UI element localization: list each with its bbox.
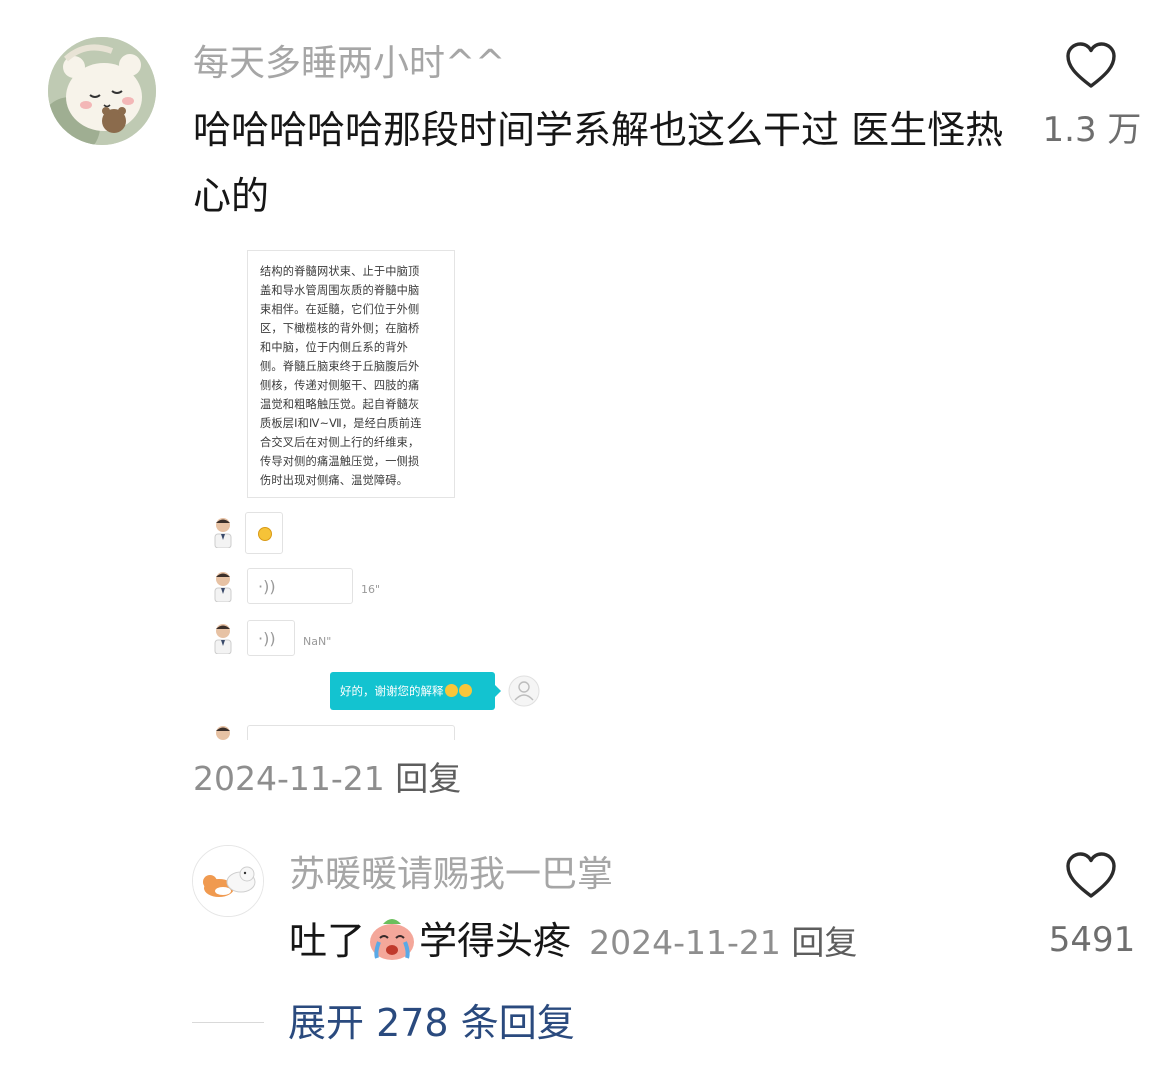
doctor-avatar-icon — [214, 572, 232, 602]
voice-duration: 16" — [361, 583, 381, 596]
crying-face-emoji-icon — [370, 919, 415, 960]
card-line: 侧核，传递对侧躯干、四肢的痛 — [260, 379, 420, 392]
chat-text-card: 结构的脊髓网状束、止于中脑顶 盖和导水管周围灰质的脊髓中脑 束相伴。在延髓，它们… — [247, 250, 455, 498]
doctor-avatar-icon — [214, 624, 232, 654]
comment-meta: 2024-11-21 回复 — [193, 762, 461, 795]
comment-meta: 2024-11-21 回复 — [589, 923, 857, 962]
corgi-cat-avatar-icon — [193, 846, 263, 916]
heart-icon — [1066, 852, 1116, 898]
smile-emoji-icon — [258, 527, 272, 541]
card-line: 结构的脊髓网状束、止于中脑顶 — [260, 265, 420, 278]
comment-username[interactable]: 苏暖暖请赐我一巴掌 — [289, 857, 613, 893]
comment-text-part: 学得头疼 — [419, 919, 572, 963]
user-avatar[interactable] — [48, 37, 156, 145]
voice-message-bubble[interactable]: ·)) — [247, 568, 353, 604]
voice-wave-icon: ·)) — [258, 577, 276, 596]
card-line: 束相伴。在延髓，它们位于外侧 — [260, 303, 420, 316]
like-button[interactable] — [1065, 852, 1117, 904]
card-line: 侧。脊髓丘脑束终于丘脑腹后外 — [260, 360, 420, 373]
grin-emoji-icon — [458, 684, 472, 697]
my-message-bubble: 好的，谢谢您的解释 — [330, 672, 501, 710]
bear-plush-avatar-icon — [48, 37, 156, 145]
message-bubble-partial — [247, 725, 455, 740]
card-line: 区，下橄榄核的背外侧；在脑桥 — [260, 322, 420, 335]
doctor-avatar-icon — [214, 518, 232, 548]
comment-text: 吐了 学得头疼 2024-11-21 回复 — [289, 908, 857, 974]
like-count: 1.3 万 — [1042, 110, 1142, 150]
heart-icon — [1066, 42, 1116, 88]
my-message-text: 好的，谢谢您的解释 — [340, 684, 444, 698]
divider-line — [192, 1022, 264, 1023]
card-line: 伤时出现对侧痛、温觉障碍。 — [260, 474, 409, 487]
card-line: 合交叉后在对侧上行的纤维束， — [260, 436, 420, 449]
comment-username[interactable]: 每天多睡两小时^^ — [193, 46, 505, 82]
comment-text-part: 吐了 — [289, 919, 366, 963]
reply-button[interactable]: 回复 — [791, 923, 857, 962]
card-line: 传导对侧的痛温触压觉，一侧损 — [260, 455, 420, 468]
emoji-message-bubble — [245, 512, 283, 554]
card-line: 质板层Ⅰ和Ⅳ~Ⅶ，是经白质前连 — [260, 417, 422, 430]
card-line: 和中脑，位于内侧丘系的背外 — [260, 341, 409, 354]
card-line: 盖和导水管周围灰质的脊髓中脑 — [260, 284, 420, 297]
doctor-avatar-icon — [216, 726, 230, 740]
comment-date: 2024-11-21 — [589, 923, 781, 962]
card-line: 温觉和粗略触压觉。起自脊髓灰 — [260, 398, 420, 411]
like-button[interactable] — [1065, 42, 1117, 94]
comment-date: 2024-11-21 — [193, 759, 385, 798]
grin-emoji-icon — [444, 684, 458, 697]
voice-wave-icon: ·)) — [258, 629, 276, 648]
voice-duration: NaN" — [303, 635, 332, 648]
comment-image[interactable]: 结构的脊髓网状束、止于中脑顶 盖和导水管周围灰质的脊髓中脑 束相伴。在延髓，它们… — [195, 250, 555, 740]
reply-button[interactable]: 回复 — [395, 759, 461, 798]
voice-message-bubble[interactable]: ·)) — [247, 620, 295, 656]
like-count: 5491 — [1048, 920, 1136, 960]
user-avatar[interactable] — [192, 845, 264, 917]
expand-replies-button[interactable]: 展开 278 条回复 — [288, 1004, 575, 1042]
comment-text: 哈哈哈哈哈那段时间学系解也这么干过 医生怪热心的 — [193, 108, 1004, 218]
user-outline-icon — [508, 675, 540, 707]
